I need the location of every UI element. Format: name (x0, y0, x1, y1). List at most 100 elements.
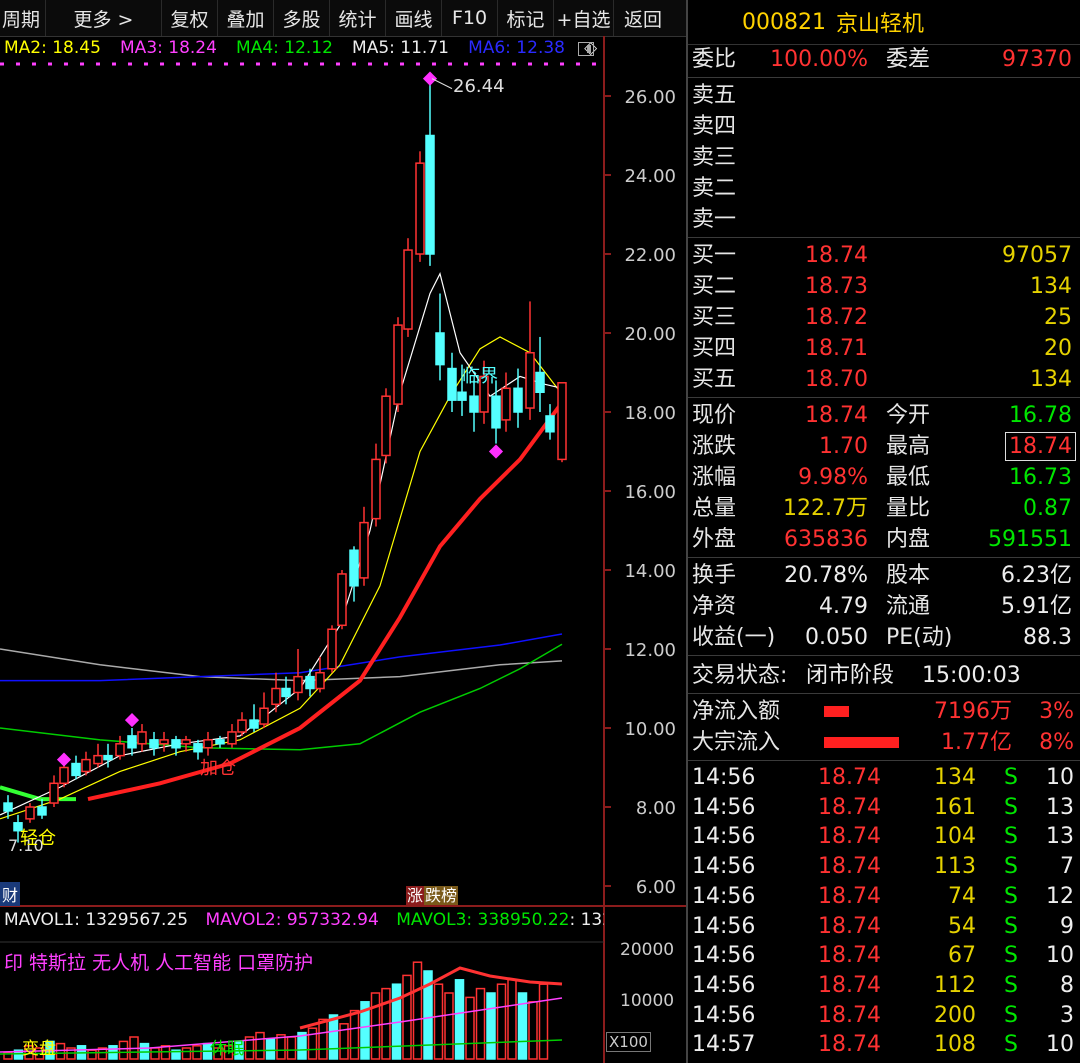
volume-bar (454, 979, 465, 1060)
bid-volume: 134 (1030, 367, 1072, 392)
toolbar-statistics[interactable]: 统计 (330, 0, 386, 36)
volume-bar (528, 1001, 538, 1060)
finance-badge[interactable]: 财 (0, 882, 21, 906)
limit-up-badge[interactable]: 涨跌榜 (406, 882, 459, 906)
zongliang-value: 122.7万 (783, 496, 868, 521)
candle-up (403, 249, 413, 330)
tick-num: 10 (1046, 765, 1074, 790)
price-axis-label: 22.00 (624, 245, 676, 266)
candle-down (435, 332, 445, 366)
liutong-label: 流通 (886, 594, 931, 619)
volume-bar (507, 979, 517, 1060)
zhangfu-value: 9.98% (798, 465, 868, 490)
volume-bar (318, 1018, 328, 1060)
tick-price: 18.74 (818, 1032, 881, 1058)
toolbar-mark[interactable]: 标记 (498, 0, 554, 36)
tick-time: 14:56 (692, 883, 756, 909)
candle-up (49, 782, 59, 804)
signal-jiacang: 加仓 (200, 758, 236, 779)
ask-row-1: 卖一 (688, 204, 1080, 235)
candle-up (271, 687, 281, 706)
guben-value: 6.23亿 (1001, 563, 1072, 588)
stock-title: 000821 京山轻机 (688, 0, 1080, 45)
toolbar-overlay[interactable]: 叠加 (218, 0, 274, 36)
shouyi-value: 0.050 (805, 625, 868, 650)
price-axis-label: 24.00 (624, 166, 676, 187)
volume-bar (286, 1036, 297, 1060)
tick-price: 18.74 (818, 1002, 881, 1028)
volume-tag-biandan: 变盘 (22, 1039, 56, 1059)
volume-bar (475, 987, 486, 1060)
candle-down (37, 806, 47, 816)
ma-red-line (87, 401, 564, 802)
signal-diamond (488, 444, 504, 459)
volume-bar (181, 1047, 192, 1060)
kline-chart-area[interactable]: MA2: 18.45 MA3: 18.24 MA4: 12.12 MA5: 11… (0, 36, 686, 1063)
toolbar-back[interactable]: 返回 (614, 0, 672, 36)
volume-bar (265, 1038, 276, 1060)
mavol2-value: MAVOL2: 957332.94 (205, 910, 379, 930)
weibi-label: 委比 (692, 47, 737, 72)
volume-bar (486, 992, 496, 1060)
candle-up (359, 521, 369, 579)
tick-time: 14:56 (692, 824, 756, 850)
candle-down (491, 395, 501, 429)
toolbar-draw-line[interactable]: 画线 (386, 0, 442, 36)
price-axis-label: 26.00 (624, 87, 676, 108)
volume-bar (444, 992, 454, 1060)
concept-tags[interactable]: 印 特斯拉 无人机 人工智能 口罩防护 (4, 948, 313, 975)
tick-side: S (1004, 765, 1018, 790)
flow-value: 7196万 (934, 699, 1012, 724)
jinkai-value: 16.78 (1009, 403, 1072, 428)
candle-down (447, 367, 457, 401)
zuigao-value: 18.74 (1005, 432, 1076, 461)
flow-value: 1.77亿 (941, 730, 1012, 755)
candle-down (349, 549, 359, 587)
candle-up (371, 458, 381, 520)
candle-up (137, 731, 147, 745)
volume-bar (150, 1047, 160, 1060)
toolbar-f10[interactable]: F10 (442, 0, 498, 36)
tick-num: 10 (1046, 1032, 1074, 1058)
candle-up (327, 628, 337, 670)
bid-row-2: 买二 18.73 134 (688, 271, 1080, 302)
xianjia-label: 现价 (692, 403, 737, 428)
flow-label: 净流入额 (692, 699, 781, 724)
price-axis-label: 8.00 (636, 798, 676, 819)
tick-side: S (1004, 1002, 1018, 1028)
quote-row-outer: 外盘 635836 内盘 591551 (688, 524, 1080, 555)
candle-up (259, 707, 269, 725)
price-axis-label: 12.00 (624, 640, 676, 661)
candle-up (203, 739, 213, 749)
flow-label: 大宗流入 (692, 730, 781, 755)
tick-num: 9 (1060, 913, 1074, 939)
signal-diamond (124, 713, 140, 728)
toolbar-restore-rights[interactable]: 复权 (162, 0, 218, 36)
ma-gray-line (0, 648, 563, 682)
ask-row-2: 卖二 (688, 173, 1080, 204)
tick-price: 18.74 (818, 913, 881, 939)
toolbar-multi-stock[interactable]: 多股 (274, 0, 330, 36)
tick-row: 14:56 18.74 67 S 10 (688, 940, 1080, 971)
ma-blue-line (0, 633, 563, 682)
volume-unit: X100 (606, 1032, 651, 1052)
toolbar-period[interactable]: 周期 (0, 0, 46, 36)
toolbar-more[interactable]: 更多 > (46, 0, 162, 36)
guben-label: 股本 (886, 563, 931, 588)
ask-label: 卖四 (692, 114, 737, 139)
liangbi-value: 0.87 (1023, 496, 1072, 521)
volume-axis-10000: 10000 (620, 991, 675, 1011)
candle-up (115, 743, 125, 757)
quote-row-change: 涨跌 1.70 最高 18.74 (688, 431, 1080, 462)
volume-bar (349, 1009, 360, 1060)
volume-bar (307, 1027, 318, 1060)
volume-bar (192, 1045, 202, 1060)
signal-diamond (56, 752, 72, 767)
candle-down (281, 687, 291, 698)
candle-down (249, 719, 259, 729)
volume-bar (55, 1042, 66, 1060)
toolbar-add-watchlist[interactable]: +自选 (554, 0, 614, 36)
tick-side: S (1004, 972, 1018, 998)
tick-time: 14:56 (692, 794, 756, 820)
status-label: 交易状态: (692, 663, 788, 688)
